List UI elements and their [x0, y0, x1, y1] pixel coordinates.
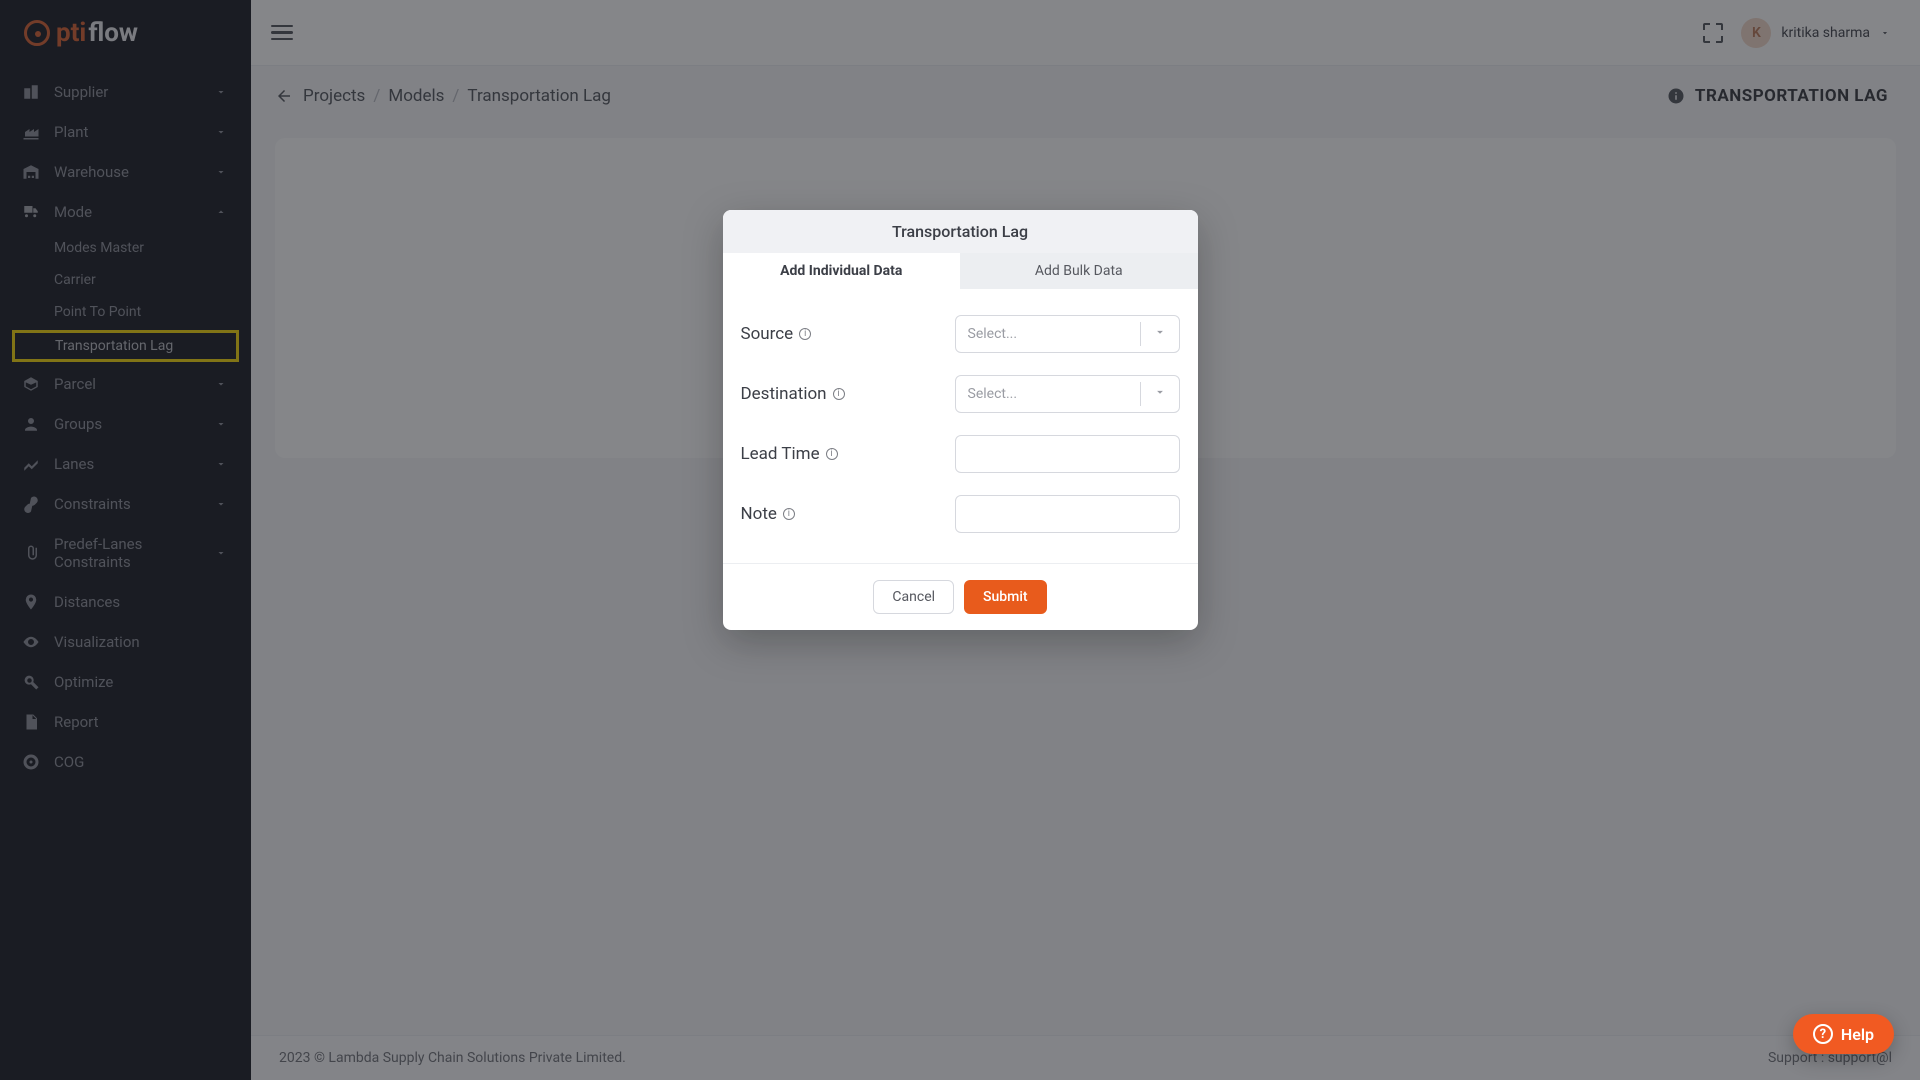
source-select[interactable]: Select... [955, 315, 1180, 353]
field-row-lead-time: Lead Time i [741, 435, 1180, 473]
cancel-button[interactable]: Cancel [873, 580, 954, 614]
source-label: Source i [741, 324, 941, 344]
help-icon[interactable]: i [799, 328, 811, 340]
field-row-destination: Destination i Select... [741, 375, 1180, 413]
submit-button[interactable]: Submit [964, 580, 1047, 614]
help-icon[interactable]: i [833, 388, 845, 400]
question-icon: ? [1813, 1024, 1833, 1044]
destination-select[interactable]: Select... [955, 375, 1180, 413]
destination-label: Destination i [741, 384, 941, 404]
chevron-down-icon [1153, 385, 1167, 403]
modal-tabs: Add Individual Data Add Bulk Data [723, 253, 1198, 289]
help-label: Help [1841, 1025, 1874, 1044]
modal-footer: Cancel Submit [723, 563, 1198, 630]
help-fab[interactable]: ? Help [1793, 1014, 1894, 1054]
select-placeholder: Select... [968, 386, 1018, 402]
modal-overlay: Transportation Lag Add Individual Data A… [0, 0, 1920, 1080]
tab-add-bulk-data[interactable]: Add Bulk Data [960, 253, 1198, 289]
modal-body: Source i Select... Destination i Select.… [723, 289, 1198, 563]
lead-time-label: Lead Time i [741, 444, 941, 464]
select-placeholder: Select... [968, 326, 1018, 342]
field-row-source: Source i Select... [741, 315, 1180, 353]
help-icon[interactable]: i [826, 448, 838, 460]
tab-add-individual-data[interactable]: Add Individual Data [723, 253, 961, 289]
transportation-lag-modal: Transportation Lag Add Individual Data A… [723, 210, 1198, 630]
field-row-note: Note i [741, 495, 1180, 533]
modal-title: Transportation Lag [723, 210, 1198, 253]
help-icon[interactable]: i [783, 508, 795, 520]
note-input[interactable] [955, 495, 1180, 533]
note-label: Note i [741, 504, 941, 524]
chevron-down-icon [1153, 325, 1167, 343]
lead-time-input[interactable] [955, 435, 1180, 473]
